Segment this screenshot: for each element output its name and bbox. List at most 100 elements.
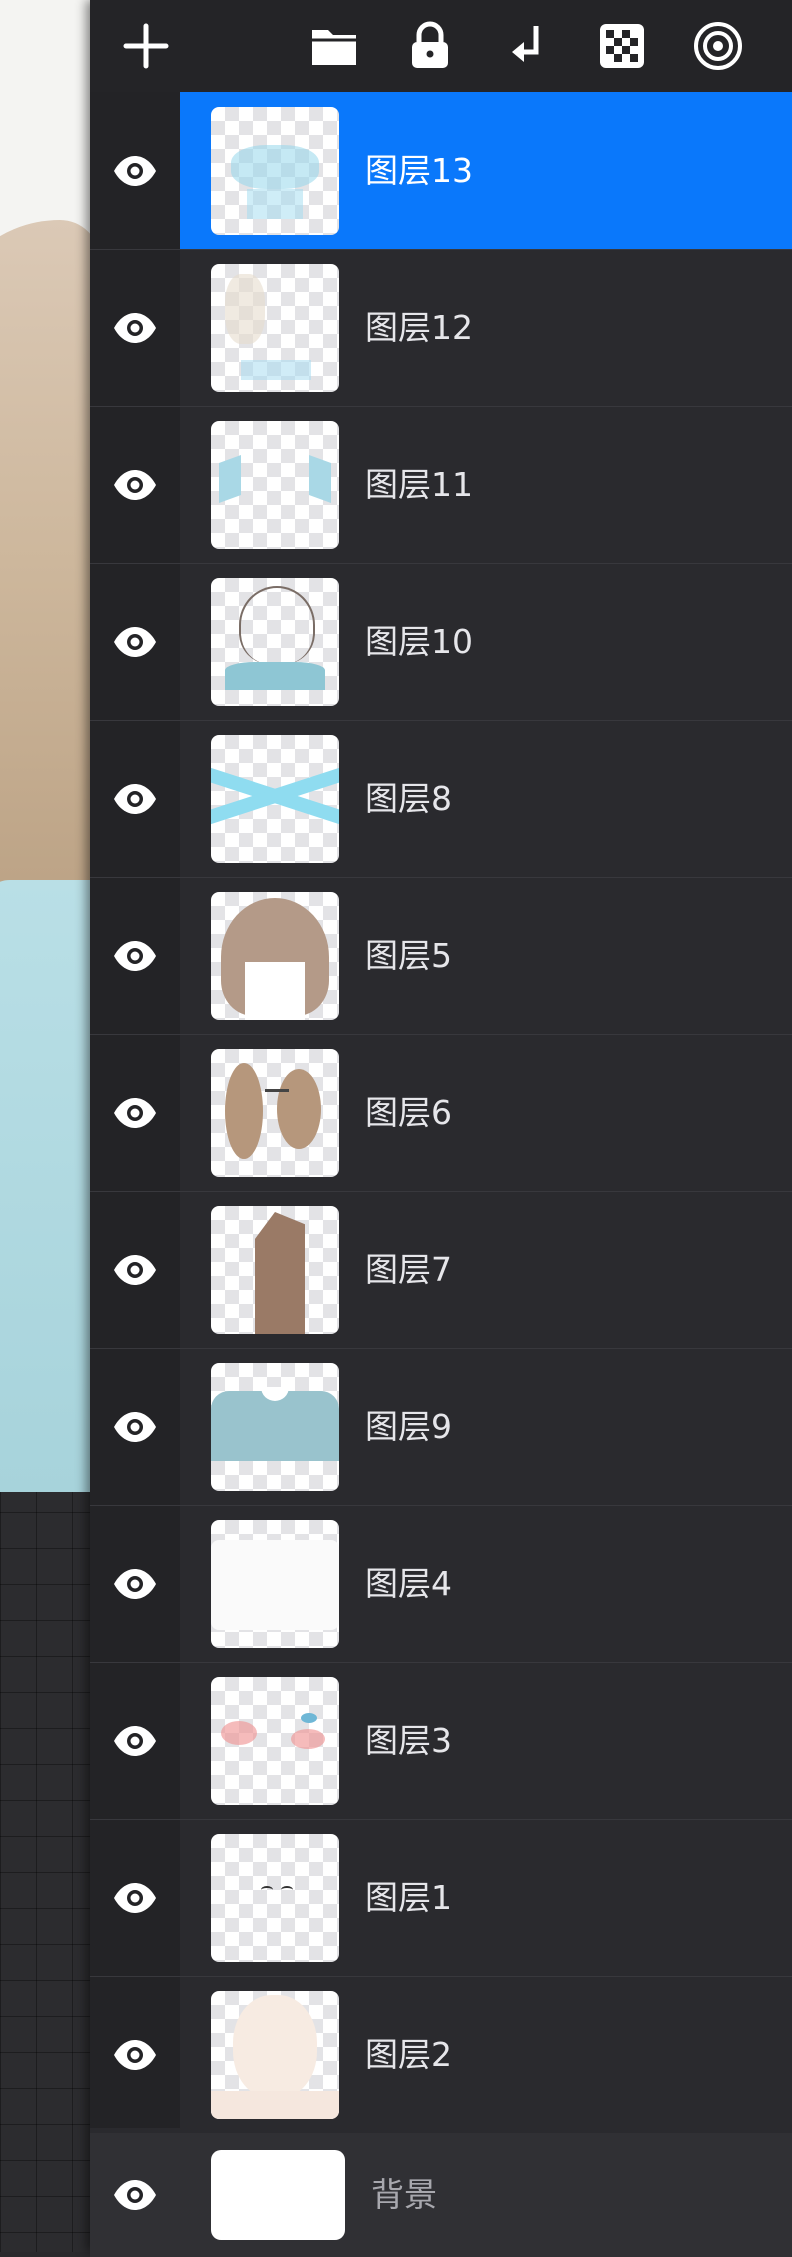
eye-icon <box>114 627 156 657</box>
visibility-toggle[interactable] <box>110 1253 160 1287</box>
layer-thumbnail[interactable] <box>211 1834 339 1962</box>
layers-panel: 图层13 图层12 图层11 图层10 图层8 图层5 图层6 图层7 图层9 图层4 图层3 图层1… <box>90 0 792 2257</box>
thumbnail-shape <box>241 360 311 380</box>
layer-group-button[interactable] <box>302 14 366 78</box>
lock-layer-button[interactable] <box>398 14 462 78</box>
layer-row[interactable]: 图层13 <box>90 92 792 250</box>
layer-thumbnail[interactable] <box>211 107 339 235</box>
layer-thumbnail[interactable] <box>211 578 339 706</box>
layer-name: 图层1 <box>365 1878 452 1917</box>
layer-row[interactable]: 图层12 <box>90 249 792 407</box>
visibility-toggle[interactable] <box>110 311 160 345</box>
layer-name: 图层12 <box>365 308 473 347</box>
layer-thumbnail[interactable] <box>211 1991 339 2119</box>
arrow-down-left-icon <box>512 26 539 62</box>
layer-name: 图层2 <box>365 2035 452 2074</box>
eye-icon <box>114 1883 156 1913</box>
visibility-toggle[interactable] <box>110 782 160 816</box>
visibility-toggle[interactable] <box>110 2038 160 2072</box>
artwork-shirt <box>0 880 92 1492</box>
thumbnail-shape <box>301 1713 317 1723</box>
layer-name: 图层9 <box>365 1407 452 1446</box>
layer-name: 图层7 <box>365 1250 452 1289</box>
eye-icon <box>114 156 156 186</box>
thumbnail-shape <box>233 1995 317 2099</box>
eye-icon <box>114 313 156 343</box>
visibility-toggle[interactable] <box>110 1410 160 1444</box>
layer-row[interactable]: 图层7 <box>90 1191 792 1349</box>
thumbnail-shape <box>225 662 325 690</box>
layer-row[interactable]: 图层2 <box>90 1976 792 2134</box>
visibility-toggle[interactable] <box>110 1096 160 1130</box>
layer-name: 图层8 <box>365 779 452 818</box>
checkerboard-button[interactable] <box>590 14 654 78</box>
eye-icon <box>114 470 156 500</box>
merge-down-button[interactable] <box>494 14 558 78</box>
visibility-toggle[interactable] <box>110 939 160 973</box>
layer-name: 图层10 <box>365 622 473 661</box>
visibility-toggle[interactable] <box>110 154 160 188</box>
layer-row[interactable]: 图层6 <box>90 1034 792 1192</box>
layer-thumbnail[interactable] <box>211 264 339 392</box>
layer-name: 图层6 <box>365 1093 452 1132</box>
thumbnail-shape <box>211 1391 339 1461</box>
lock-icon <box>412 21 448 68</box>
thumbnail-shape <box>281 1886 293 1894</box>
checkerboard-icon <box>600 24 644 68</box>
target-icon <box>694 22 742 70</box>
eye-icon <box>114 784 156 814</box>
folder-icon <box>312 30 356 65</box>
layer-row[interactable]: 图层4 <box>90 1505 792 1663</box>
thumbnail-shape <box>211 2091 339 2119</box>
thumbnail-shape <box>231 145 319 189</box>
add-layer-button[interactable] <box>114 14 178 78</box>
layer-row[interactable]: 图层11 <box>90 406 792 564</box>
eye-icon <box>114 1726 156 1756</box>
background-color-swatch[interactable] <box>211 2150 345 2240</box>
layer-row[interactable]: 图层10 <box>90 563 792 721</box>
layer-row[interactable]: 图层9 <box>90 1348 792 1506</box>
artwork-preview <box>0 0 92 1492</box>
eye-icon <box>114 2180 156 2210</box>
visibility-toggle[interactable] <box>110 625 160 659</box>
thumbnail-shape <box>309 454 331 504</box>
layer-thumbnail[interactable] <box>211 1206 339 1334</box>
visibility-toggle[interactable] <box>110 468 160 502</box>
layer-thumbnail[interactable] <box>211 892 339 1020</box>
background-layer-row[interactable]: 背景 <box>90 2133 792 2257</box>
thumbnail-shape <box>291 1729 325 1749</box>
thumbnail-shape <box>247 189 303 219</box>
thumbnail-shape <box>219 454 241 504</box>
thumbnail-shape <box>255 1212 305 1334</box>
visibility-toggle[interactable] <box>110 1567 160 1601</box>
thumbnail-shape <box>239 586 315 664</box>
layer-thumbnail[interactable] <box>211 1677 339 1805</box>
layer-name: 图层3 <box>365 1721 452 1760</box>
layer-row[interactable]: 图层1 <box>90 1819 792 1977</box>
layer-name: 图层4 <box>365 1564 452 1603</box>
layer-row[interactable]: 图层5 <box>90 877 792 1035</box>
visibility-toggle[interactable] <box>110 1881 160 1915</box>
eye-icon <box>114 1098 156 1128</box>
thumbnail-shape <box>225 274 265 344</box>
thumbnail-shape <box>211 1540 339 1630</box>
layer-thumbnail[interactable] <box>211 1049 339 1177</box>
layer-thumbnail[interactable] <box>211 1520 339 1648</box>
layer-thumbnail[interactable] <box>211 735 339 863</box>
thumbnail-shape <box>245 962 305 1020</box>
layer-row[interactable]: 图层8 <box>90 720 792 878</box>
background-layer-name: 背景 <box>371 2175 437 2214</box>
layer-target-button[interactable] <box>686 14 750 78</box>
layer-thumbnail[interactable] <box>211 421 339 549</box>
thumbnail-shape <box>277 1069 321 1149</box>
thumbnail-shape <box>265 1089 289 1100</box>
visibility-toggle[interactable] <box>110 1724 160 1758</box>
plus-icon <box>123 23 169 69</box>
visibility-toggle[interactable] <box>110 2178 160 2212</box>
layer-row[interactable]: 图层3 <box>90 1662 792 1820</box>
thumbnail-shape <box>225 1063 263 1159</box>
layer-name: 图层13 <box>365 151 473 190</box>
artwork-hair <box>0 220 92 980</box>
layer-thumbnail[interactable] <box>211 1363 339 1491</box>
eye-icon <box>114 2040 156 2070</box>
